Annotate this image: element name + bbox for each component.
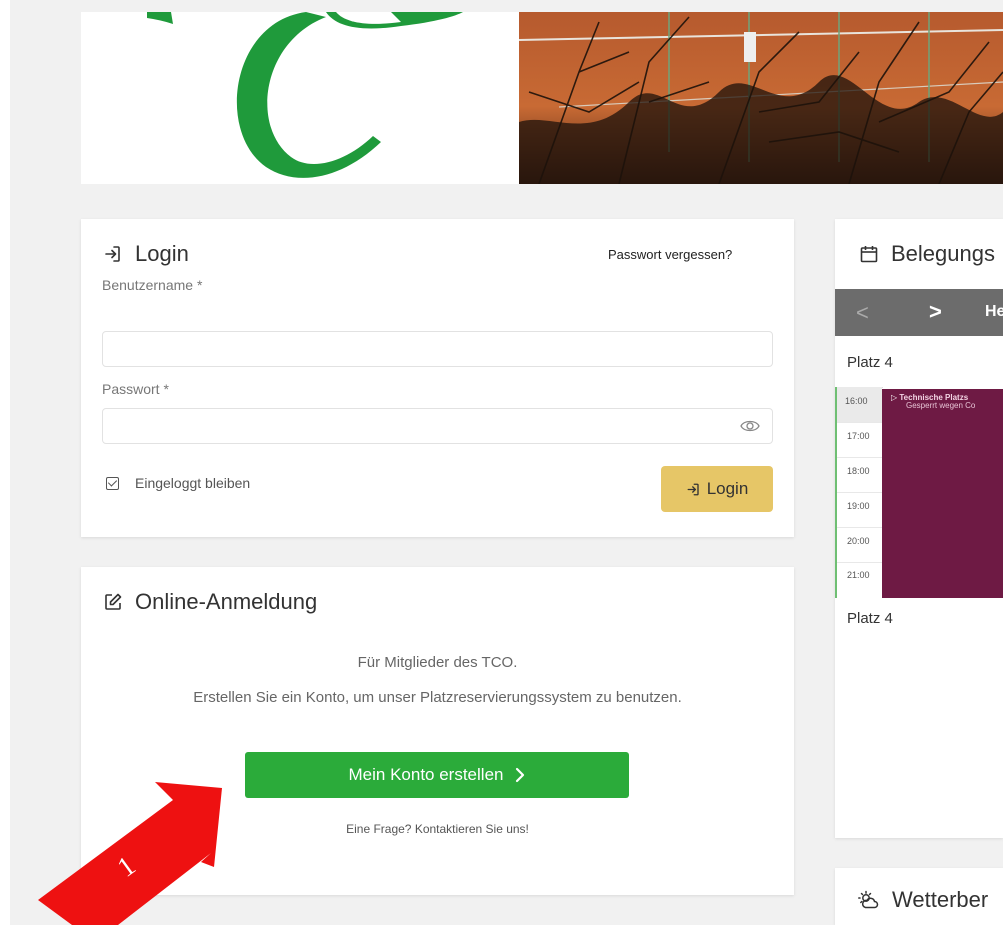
- page-edge: [0, 0, 10, 925]
- calendar-icon: [859, 244, 879, 264]
- checkbox-checked-icon[interactable]: [106, 476, 119, 490]
- signup-line-create: Erstellen Sie ein Konto, um unser Platzr…: [193, 689, 682, 706]
- time-label: 20:00: [847, 536, 870, 546]
- username-label: Benutzername *: [102, 277, 203, 293]
- calendar-next-button[interactable]: >: [929, 299, 942, 325]
- time-label-current: 16:00: [845, 396, 868, 406]
- password-input[interactable]: [102, 408, 773, 444]
- partly-cloudy-icon: [858, 890, 880, 910]
- time-label: 21:00: [847, 570, 870, 580]
- time-label: 18:00: [847, 466, 870, 476]
- timeline-line: [837, 527, 883, 528]
- timeline-line: [837, 492, 883, 493]
- signup-line-members: Für Mitglieder des TCO.: [357, 654, 518, 671]
- booking-event[interactable]: ▷ Technische Platzs Gesperrt wegen Co: [882, 389, 1003, 598]
- calendar-prev-button[interactable]: <: [856, 300, 869, 326]
- booking-title: Belegungs: [859, 241, 995, 267]
- show-password-icon[interactable]: [740, 417, 760, 440]
- signup-title: Online-Anmeldung: [103, 589, 317, 615]
- court-label-top: Platz 4: [847, 354, 893, 371]
- court-photo: [519, 12, 1003, 184]
- booking-event-subtitle: Gesperrt wegen Co: [906, 401, 976, 410]
- contact-link[interactable]: Eine Frage? Kontaktieren Sie uns!: [81, 822, 794, 836]
- login-button[interactable]: Login: [661, 466, 773, 512]
- sign-in-icon: [103, 244, 123, 264]
- court-label-bottom: Platz 4: [847, 610, 893, 627]
- login-button-label: Login: [706, 479, 749, 498]
- remember-me-checkbox[interactable]: Eingeloggt bleiben: [106, 475, 250, 491]
- timeline-line: [837, 422, 883, 423]
- calendar-nav: < > He: [835, 289, 1003, 336]
- chevron-right-icon: [516, 767, 525, 783]
- password-label: Passwort *: [102, 381, 169, 397]
- login-title-text: Login: [135, 241, 189, 266]
- create-account-button[interactable]: Mein Konto erstellen: [245, 752, 629, 798]
- booking-title-text: Belegungs: [891, 241, 995, 266]
- calendar-today-button[interactable]: He: [985, 303, 1003, 321]
- weather-title-text: Wetterber: [892, 887, 989, 912]
- edit-icon: [103, 592, 123, 612]
- create-account-label: Mein Konto erstellen: [348, 765, 504, 784]
- club-logo: [147, 12, 463, 178]
- username-input[interactable]: [102, 331, 773, 367]
- site-header: [81, 12, 1003, 184]
- timeline-line: [837, 457, 883, 458]
- login-title: Login: [103, 241, 189, 267]
- signup-title-text: Online-Anmeldung: [135, 589, 318, 614]
- sign-in-icon: [687, 483, 699, 495]
- forgot-password-link[interactable]: Passwort vergessen?: [608, 247, 732, 262]
- time-label: 17:00: [847, 431, 870, 441]
- signup-card: [81, 567, 794, 895]
- weather-title: Wetterber: [858, 887, 988, 913]
- timeline-line: [837, 562, 883, 563]
- remember-me-label: Eingeloggt bleiben: [135, 475, 251, 491]
- time-label: 19:00: [847, 501, 870, 511]
